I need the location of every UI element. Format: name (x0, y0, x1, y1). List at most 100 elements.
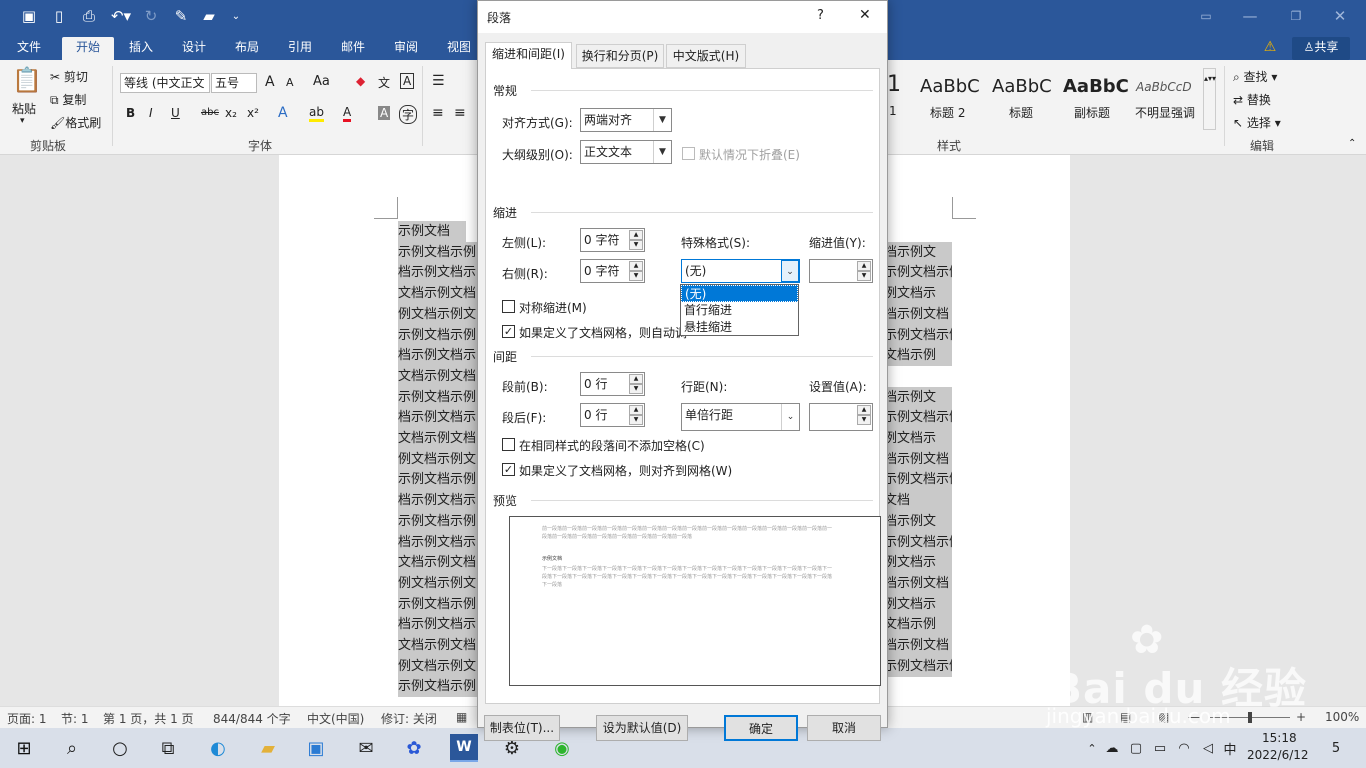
help-button[interactable]: ? (817, 8, 824, 23)
chevron-down-icon[interactable]: ⌄ (781, 260, 799, 282)
document-line-right[interactable]: 示例文档示例 (884, 531, 952, 553)
document-line-right[interactable]: 示例文档示例 (884, 262, 952, 284)
bold-button[interactable]: B (126, 106, 135, 120)
mirror-indent-checkbox[interactable] (502, 300, 515, 313)
document-line-right[interactable]: 档示例文档 (884, 303, 952, 325)
edge-icon[interactable]: ◐ (204, 734, 232, 762)
close-window-icon[interactable]: ✕ (1330, 6, 1350, 26)
status-page-of[interactable]: 第 1 页，共 1 页 (103, 710, 194, 727)
clipboard-icon[interactable]: 📋 (12, 66, 42, 94)
document-line-left[interactable]: 例文档示例文 (398, 448, 478, 470)
task-view-icon[interactable]: ⧉ (154, 734, 182, 762)
special-option-hanging[interactable]: 悬挂缩进 (681, 319, 798, 336)
macro-icon[interactable]: ▦ (456, 710, 467, 724)
collapse-checkbox[interactable] (682, 147, 695, 160)
tab-view[interactable]: 视图 (438, 37, 480, 60)
tab-home[interactable]: 开始 (62, 37, 114, 60)
ribbon-display-icon[interactable]: ▭ (1196, 6, 1216, 26)
tab-review[interactable]: 审阅 (385, 37, 427, 60)
document-line-right[interactable]: 档示例文档 (884, 635, 952, 656)
document-line-left[interactable]: 例文档示例文 (398, 303, 478, 325)
cut-button[interactable]: ✂ 剪切 (50, 68, 88, 85)
snap-to-grid-checkbox[interactable]: ✓ (502, 463, 515, 476)
spin-down-icon[interactable]: ▼ (629, 240, 643, 250)
bullets-icon[interactable]: ☰ (432, 73, 445, 89)
document-line-left[interactable]: 档示例文档示 (398, 614, 478, 636)
document-line-left[interactable]: 档示例文档示 (398, 262, 478, 284)
spin-down-icon[interactable]: ▼ (629, 271, 643, 281)
tab-line-page-breaks[interactable]: 换行和分页(P) (576, 44, 664, 68)
style-sample-title[interactable]: AaBbC (992, 76, 1052, 97)
edit-icon[interactable]: ✎ (170, 6, 192, 26)
document-line-right[interactable]: 例文档示 (884, 283, 952, 305)
document-line-left[interactable]: 示例文档示例 (398, 386, 478, 408)
center-icon[interactable]: ≡ (454, 105, 466, 121)
baidu-netdisk-icon[interactable]: ✿ (400, 734, 428, 762)
document-line-right[interactable]: 档示例文 (884, 386, 952, 408)
document-line-right[interactable]: 文档 (884, 490, 952, 512)
font-size-combo[interactable]: 五号 (211, 73, 257, 93)
document-line-right[interactable]: 例文档示 (884, 593, 952, 615)
share-button[interactable]: ♙共享 (1292, 37, 1350, 60)
document-line-right[interactable]: 档示例文 (884, 510, 952, 532)
find-button[interactable]: ⌕ 查找 ▾ (1233, 68, 1277, 85)
document-line-right[interactable]: 示例文档示例 (884, 407, 952, 429)
mail-icon[interactable]: ✉ (352, 734, 380, 762)
tab-insert[interactable]: 插入 (120, 37, 162, 60)
special-option-none[interactable]: (无) (681, 285, 798, 302)
spin-down-icon[interactable]: ▼ (857, 415, 871, 425)
underline-button[interactable]: U (171, 106, 180, 120)
document-line-right[interactable]: 档示例文 (884, 241, 952, 263)
collapse-ribbon-icon[interactable]: ⌃ (1348, 138, 1356, 149)
document-line-left[interactable]: 示例文档示例 (398, 241, 478, 263)
document-line-left[interactable]: 文档示例文档 (398, 552, 478, 574)
shrink-font-button[interactable]: A (286, 76, 294, 89)
status-language[interactable]: 中文(中国) (307, 710, 364, 727)
document-line-left[interactable]: 文档示例文档 (398, 283, 478, 305)
text-effects-button[interactable]: A (278, 105, 288, 121)
ok-button[interactable]: 确定 (724, 715, 798, 741)
document-line-right[interactable]: 文档示例 (884, 345, 952, 367)
auto-adjust-grid-checkbox[interactable]: ✓ (502, 325, 515, 338)
strikethrough-button[interactable]: abc (201, 107, 219, 118)
enclose-char-button[interactable]: 字 (399, 105, 418, 124)
cortana-icon[interactable]: ○ (106, 734, 134, 762)
redo-icon[interactable]: ↻ (140, 6, 162, 26)
warning-icon[interactable]: ⚠ (1258, 37, 1282, 60)
alignment-select[interactable]: 两端对齐 ▼ (580, 108, 672, 132)
status-track-changes[interactable]: 修订: 关闭 (381, 710, 437, 727)
spin-down-icon[interactable]: ▼ (629, 384, 643, 394)
highlight-button[interactable]: ab (309, 105, 324, 122)
save-icon[interactable]: ▣ (18, 6, 40, 26)
document-line-right[interactable]: 示例文档示例 (884, 655, 952, 677)
document-line-left[interactable]: 例文档示例文 (398, 655, 478, 677)
document-line-left[interactable]: 示例文档示例 (398, 676, 478, 698)
font-name-combo[interactable]: 等线 (中文正文 (120, 73, 210, 93)
set-default-button[interactable]: 设为默认值(D) (596, 715, 688, 741)
spin-up-icon[interactable]: ▲ (629, 405, 643, 415)
clock-time[interactable]: 15:18 (1262, 731, 1297, 745)
copy-button[interactable]: ⧉ 复制 (50, 91, 86, 108)
cancel-button[interactable]: 取消 (807, 715, 881, 741)
word-app-icon[interactable]: W (450, 734, 478, 762)
format-painter-button[interactable]: 🖌格式刷 (50, 114, 101, 131)
new-file-icon[interactable]: ▯ (48, 6, 70, 26)
document-line-right[interactable]: 档示例文档 (884, 572, 952, 594)
style-sample-heading2[interactable]: AaBbC (920, 76, 980, 97)
clear-format-icon[interactable]: ◆ (356, 74, 365, 88)
char-border-button[interactable]: A (400, 73, 415, 89)
search-icon[interactable]: ⌕ (58, 734, 86, 762)
document-line-left[interactable]: 示例文档示例 (398, 324, 478, 346)
document-line-right[interactable]: 示例文档示例 (884, 469, 952, 491)
spin-up-icon[interactable]: ▲ (629, 374, 643, 384)
outline-level-select[interactable]: 正文文本 ▼ (580, 140, 672, 164)
special-option-first-line[interactable]: 首行缩进 (681, 302, 798, 319)
space-after-spinner[interactable]: 0 行 ▲ ▼ (580, 403, 645, 427)
replace-button[interactable]: ⇄ 替换 (1233, 91, 1271, 108)
spacing-at-spinner[interactable]: ▲ ▼ (809, 403, 873, 431)
spin-up-icon[interactable]: ▲ (629, 261, 643, 271)
subscript-button[interactable]: x₂ (225, 106, 237, 120)
char-shading-button[interactable]: A (378, 106, 391, 120)
special-indent-select[interactable]: (无) ⌄ (681, 259, 800, 283)
clock-date[interactable]: 2022/6/12 (1247, 748, 1309, 762)
